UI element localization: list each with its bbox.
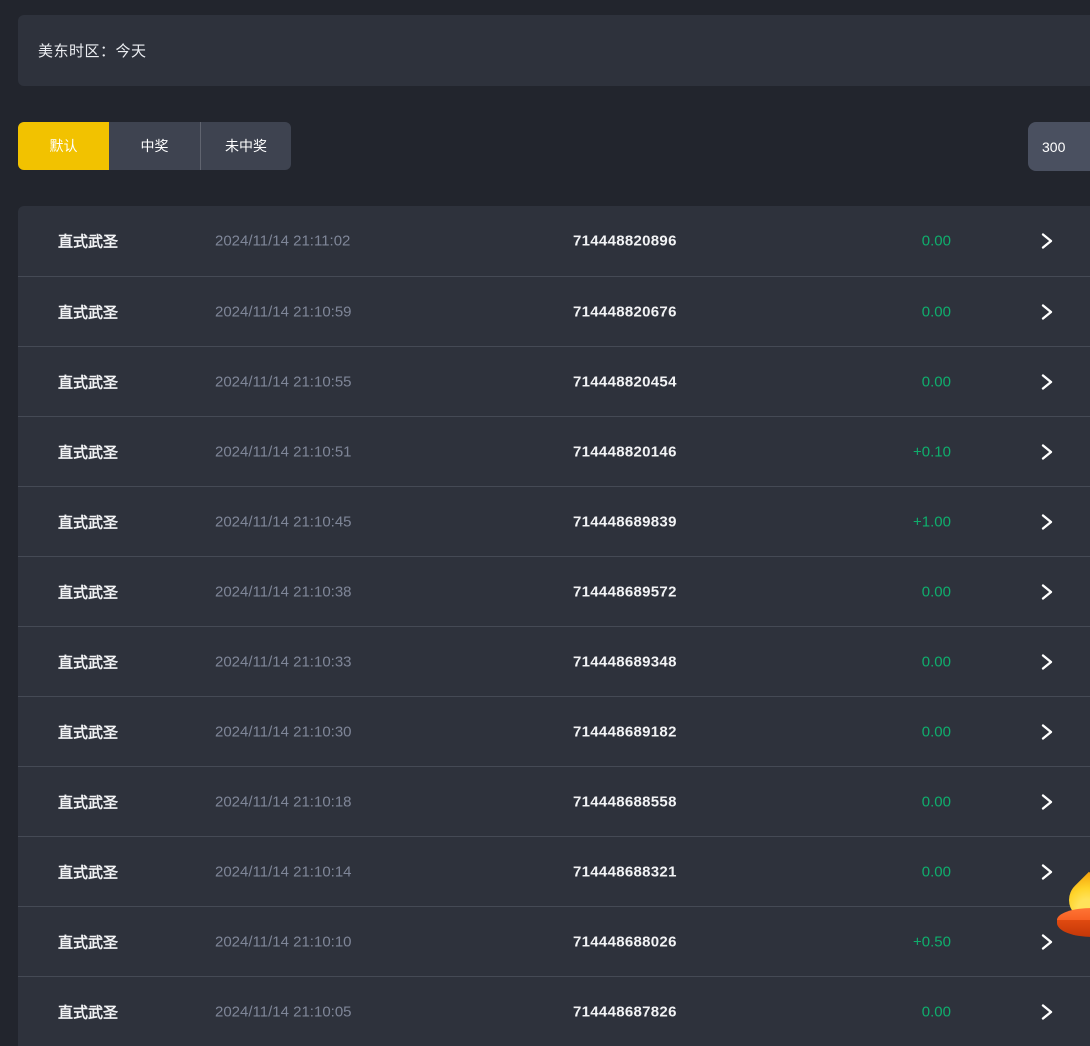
timezone-label: 美东时区：今天 [38, 40, 147, 61]
order-number: 714448820454 [573, 373, 677, 390]
bet-time: 2024/11/14 21:10:59 [215, 303, 352, 320]
order-number: 714448689182 [573, 723, 677, 740]
game-name: 直式武圣 [58, 1001, 118, 1022]
record-row[interactable]: 直式武圣 2024/11/14 21:11:02 714448820896 0.… [18, 206, 1090, 276]
record-row[interactable]: 直式武圣 2024/11/14 21:10:10 714448688026 +0… [18, 906, 1090, 976]
game-name: 直式武圣 [58, 511, 118, 532]
bet-time: 2024/11/14 21:11:02 [215, 233, 350, 250]
record-row[interactable]: 直式武圣 2024/11/14 21:10:51 714448820146 +0… [18, 416, 1090, 486]
order-number: 714448820146 [573, 443, 677, 460]
bet-time: 2024/11/14 21:10:45 [215, 513, 352, 530]
order-number: 714448687826 [573, 1003, 677, 1020]
torch-base-side [1057, 920, 1090, 937]
order-number: 714448689572 [573, 583, 677, 600]
bet-time: 2024/11/14 21:10:05 [215, 1003, 352, 1020]
win-amount: 0.00 [922, 373, 951, 390]
chevron-right-icon [1041, 233, 1053, 250]
filter-tabs: 默认 中奖 未中奖 [18, 122, 291, 170]
chevron-right-icon [1041, 443, 1053, 460]
win-amount: +1.00 [913, 513, 951, 530]
record-row[interactable]: 直式武圣 2024/11/14 21:10:38 714448689572 0.… [18, 556, 1090, 626]
order-number: 714448820896 [573, 233, 677, 250]
flame-float-button[interactable] [1057, 882, 1090, 938]
game-name: 直式武圣 [58, 861, 118, 882]
bet-time: 2024/11/14 21:10:30 [215, 723, 352, 740]
chevron-right-icon [1041, 863, 1053, 880]
win-amount: 0.00 [922, 723, 951, 740]
records-list: 直式武圣 2024/11/14 21:11:02 714448820896 0.… [18, 206, 1090, 1046]
bet-time: 2024/11/14 21:10:10 [215, 933, 352, 950]
order-number: 714448688558 [573, 793, 677, 810]
bet-time: 2024/11/14 21:10:55 [215, 373, 352, 390]
win-amount: 0.00 [922, 1003, 951, 1020]
record-row[interactable]: 直式武圣 2024/11/14 21:10:55 714448820454 0.… [18, 346, 1090, 416]
timezone-header: 美东时区：今天 [18, 15, 1090, 86]
game-name: 直式武圣 [58, 441, 118, 462]
order-number: 714448688321 [573, 863, 677, 880]
record-row[interactable]: 直式武圣 2024/11/14 21:10:30 714448689182 0.… [18, 696, 1090, 766]
win-amount: +0.10 [913, 443, 951, 460]
record-row[interactable]: 直式武圣 2024/11/14 21:10:33 714448689348 0.… [18, 626, 1090, 696]
record-row[interactable]: 直式武圣 2024/11/14 21:10:59 714448820676 0.… [18, 276, 1090, 346]
chevron-right-icon [1041, 583, 1053, 600]
bet-time: 2024/11/14 21:10:14 [215, 863, 352, 880]
chevron-right-icon [1041, 933, 1053, 950]
game-name: 直式武圣 [58, 791, 118, 812]
page-size-selector[interactable]: 300 [1028, 122, 1090, 171]
game-name: 直式武圣 [58, 231, 118, 252]
win-amount: 0.00 [922, 583, 951, 600]
win-amount: 0.00 [922, 863, 951, 880]
game-name: 直式武圣 [58, 371, 118, 392]
chevron-right-icon [1041, 653, 1053, 670]
order-number: 714448689348 [573, 653, 677, 670]
game-name: 直式武圣 [58, 721, 118, 742]
chevron-right-icon [1041, 793, 1053, 810]
win-amount: 0.00 [922, 233, 951, 250]
bet-time: 2024/11/14 21:10:51 [215, 443, 352, 460]
game-name: 直式武圣 [58, 651, 118, 672]
bet-time: 2024/11/14 21:10:33 [215, 653, 352, 670]
bet-time: 2024/11/14 21:10:18 [215, 793, 352, 810]
game-name: 直式武圣 [58, 581, 118, 602]
tab-not-won[interactable]: 未中奖 [200, 122, 291, 170]
record-row[interactable]: 直式武圣 2024/11/14 21:10:18 714448688558 0.… [18, 766, 1090, 836]
chevron-right-icon [1041, 303, 1053, 320]
bet-time: 2024/11/14 21:10:38 [215, 583, 352, 600]
page-size-value: 300 [1042, 139, 1065, 155]
win-amount: 0.00 [922, 653, 951, 670]
chevron-right-icon [1041, 723, 1053, 740]
tab-won[interactable]: 中奖 [109, 122, 200, 170]
game-name: 直式武圣 [58, 301, 118, 322]
chevron-right-icon [1041, 513, 1053, 530]
chevron-right-icon [1041, 1003, 1053, 1020]
chevron-right-icon [1041, 373, 1053, 390]
win-amount: 0.00 [922, 303, 951, 320]
record-row[interactable]: 直式武圣 2024/11/14 21:10:14 714448688321 0.… [18, 836, 1090, 906]
order-number: 714448820676 [573, 303, 677, 320]
record-row[interactable]: 直式武圣 2024/11/14 21:10:05 714448687826 0.… [18, 976, 1090, 1046]
game-name: 直式武圣 [58, 931, 118, 952]
tab-default[interactable]: 默认 [18, 122, 109, 170]
win-amount: +0.50 [913, 933, 951, 950]
win-amount: 0.00 [922, 793, 951, 810]
order-number: 714448688026 [573, 933, 677, 950]
record-row[interactable]: 直式武圣 2024/11/14 21:10:45 714448689839 +1… [18, 486, 1090, 556]
order-number: 714448689839 [573, 513, 677, 530]
